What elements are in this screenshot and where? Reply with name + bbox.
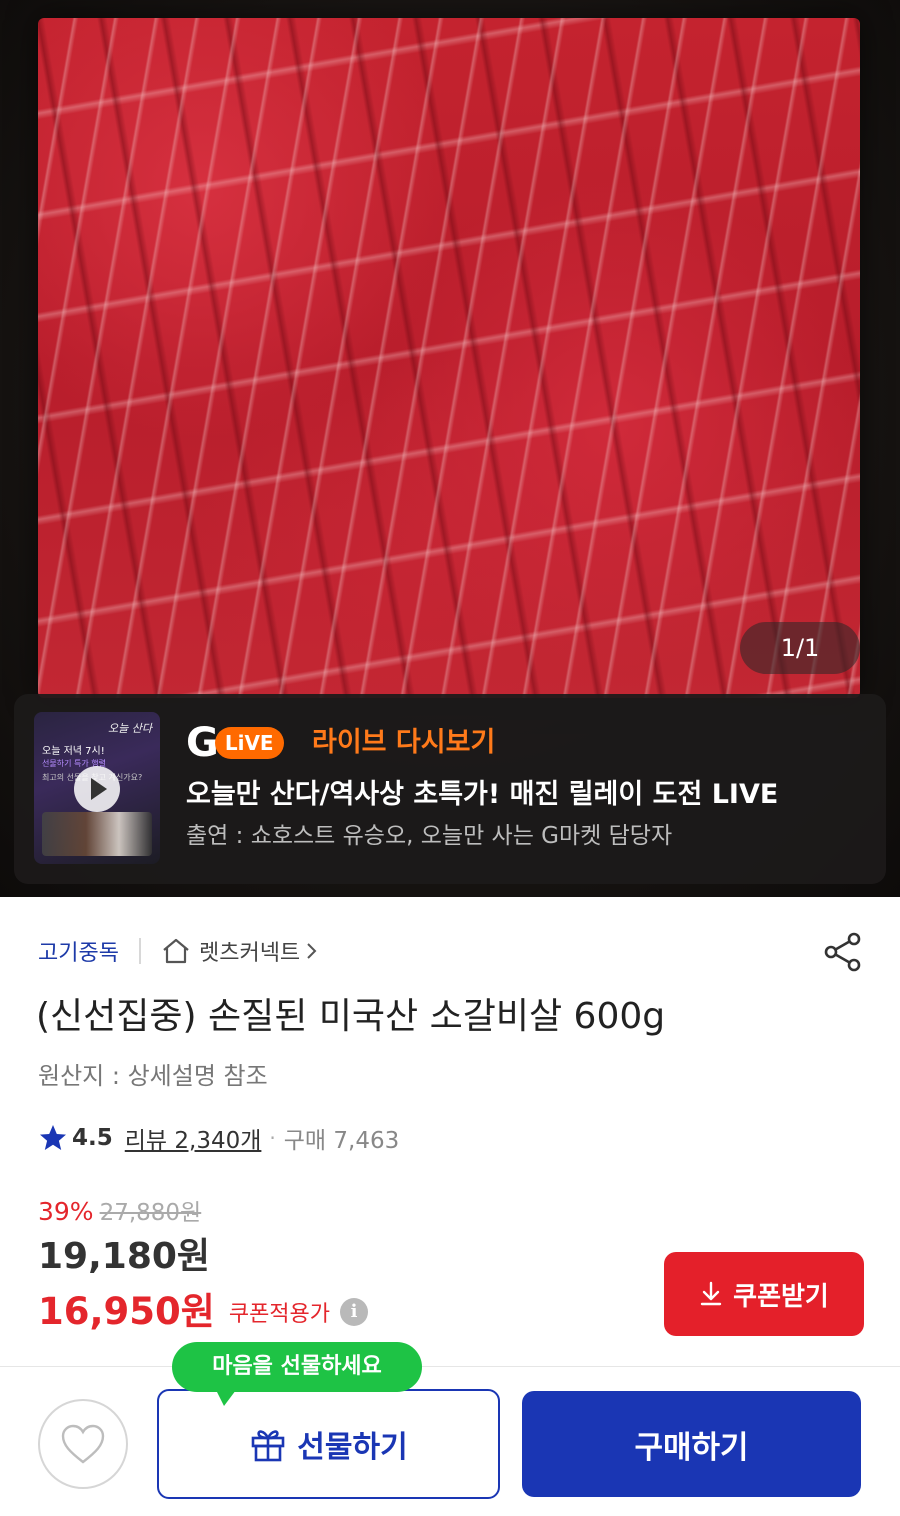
discount-rate: 39% (38, 1197, 94, 1226)
coupon-price-label: 쿠폰적용가 (228, 1302, 331, 1327)
product-image-area[interactable]: 1/1 오늘 산다 오늘 저녁 7시! 선물하기 특가 행렬 최고의 선물을 찾… (0, 0, 900, 897)
product-title: (신선집중) 손질된 미국산 소갈비살 600g (36, 996, 666, 1037)
star-icon (40, 1125, 66, 1150)
review-link[interactable]: 리뷰 2,340개 (125, 1121, 262, 1155)
get-coupon-button[interactable]: 쿠폰받기 (664, 1252, 864, 1336)
glive-logo: G LiVE (186, 720, 284, 766)
wishlist-button[interactable] (38, 1399, 128, 1489)
live-replay-banner[interactable]: 오늘 산다 오늘 저녁 7시! 선물하기 특가 행렬 최고의 선물을 찾고 계신… (14, 694, 886, 884)
coupon-price: 16,950원 (38, 1290, 215, 1333)
sale-price: 19,180원 (38, 1236, 211, 1277)
thumbnail-products (42, 812, 152, 856)
original-price: 27,880원 (99, 1200, 202, 1226)
glive-logo-live: LiVE (214, 727, 284, 759)
thumbnail-text-1: 오늘 저녁 7시! (42, 746, 105, 757)
home-icon[interactable] (161, 937, 191, 965)
thumbnail-script-logo: 오늘 산다 (108, 722, 152, 735)
separator-dot: · (269, 1126, 276, 1150)
coupon-price-row: 16,950원 쿠폰적용가 i (38, 1287, 369, 1337)
buy-button[interactable]: 구매하기 (522, 1391, 861, 1497)
live-headline: 오늘만 산다/역사상 초특가! 매진 릴레이 도전 LIVE (186, 779, 779, 810)
gift-button[interactable]: 선물하기 (157, 1389, 500, 1499)
shop-link[interactable]: 렛츠커넥트 (199, 935, 300, 967)
download-icon (700, 1281, 722, 1306)
rating-value: 4.5 (72, 1125, 113, 1151)
bottom-action-bar: 선물하기 구매하기 (0, 1366, 900, 1516)
origin-info: 원산지 : 상세설명 참조 (38, 1062, 268, 1090)
gift-tooltip: 마음을 선물하세요 (172, 1342, 422, 1406)
info-icon[interactable]: i (340, 1298, 369, 1326)
glive-logo-g: G (186, 720, 219, 766)
share-icon[interactable] (822, 931, 864, 973)
live-replay-title: 라이브 다시보기 (312, 727, 496, 758)
chevron-right-icon (307, 943, 317, 959)
discount-row: 39% 27,880원 (38, 1193, 201, 1227)
live-cast: 출연 : 쇼호스트 유승오, 오늘만 사는 G마켓 담당자 (186, 823, 673, 849)
image-counter: 1/1 (740, 622, 860, 674)
play-icon[interactable] (74, 766, 120, 812)
heart-icon (61, 1424, 105, 1464)
product-image[interactable] (38, 18, 860, 698)
breadcrumb: 고기중독 렛츠커넥트 (38, 933, 318, 969)
rating-row: 4.5 리뷰 2,340개 · 구매 7,463 (38, 1121, 399, 1155)
breadcrumb-divider (138, 938, 141, 964)
category-link[interactable]: 고기중독 (38, 935, 119, 967)
purchase-count: 구매 7,463 (283, 1128, 400, 1154)
gift-button-label: 선물하기 (297, 1430, 408, 1465)
live-thumbnail[interactable]: 오늘 산다 오늘 저녁 7시! 선물하기 특가 행렬 최고의 선물을 찾고 계신… (34, 712, 160, 864)
gift-icon (251, 1430, 285, 1462)
get-coupon-label: 쿠폰받기 (733, 1281, 829, 1312)
